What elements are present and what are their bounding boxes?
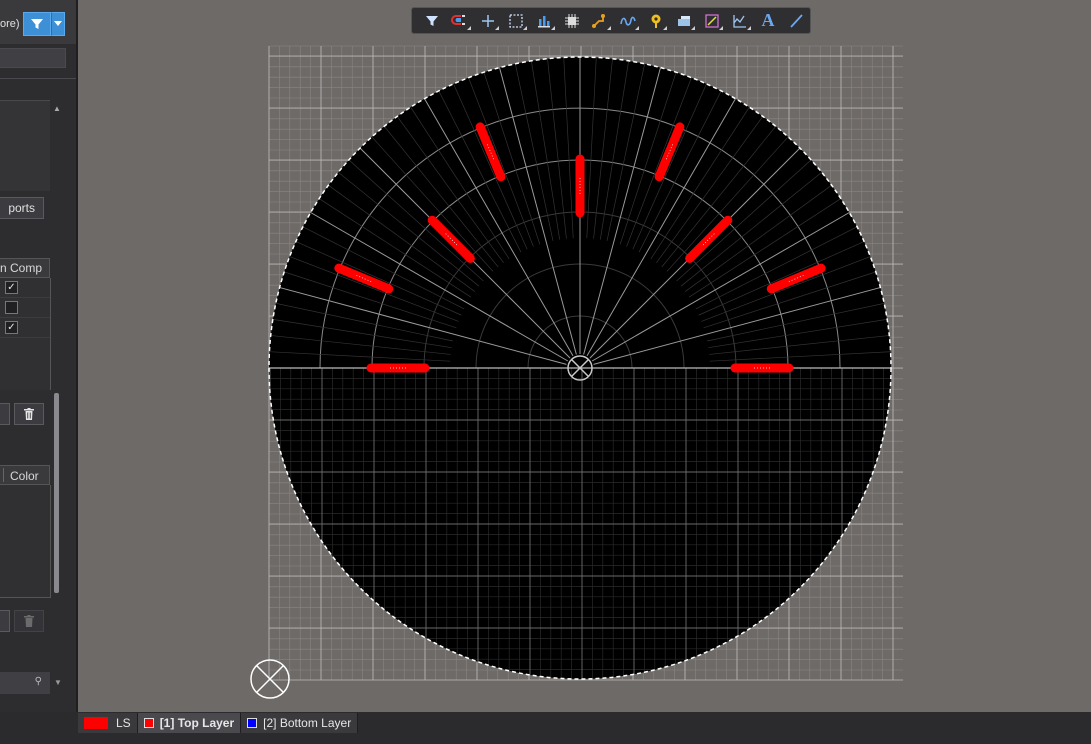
top-layer-swatch (143, 718, 154, 728)
dimension-icon (733, 14, 746, 28)
color-header-label: Color (10, 469, 39, 483)
row-divider (0, 337, 50, 338)
component-checkbox-1[interactable]: ✓ (5, 281, 18, 294)
delete-button[interactable] (14, 403, 44, 425)
polygon-pour-icon (678, 15, 690, 26)
trash-icon (24, 408, 34, 420)
scroll-up-icon[interactable]: ▲ (53, 104, 61, 113)
search-icon: ⚲ (34, 676, 42, 687)
text-tool-button[interactable]: A (754, 9, 782, 33)
pcb-canvas[interactable] (240, 40, 920, 710)
shape-tool-button[interactable] (698, 9, 726, 33)
color-table (0, 485, 51, 598)
add-color-button[interactable] (0, 610, 10, 632)
component-tool-button[interactable] (558, 9, 586, 33)
bottom-layer-swatch (247, 718, 258, 728)
filter-dropdown-button[interactable] (51, 12, 65, 36)
route-tool-button[interactable] (446, 9, 474, 33)
dimension-tool-button[interactable] (726, 9, 754, 33)
panel-splitter[interactable] (76, 0, 78, 712)
row-divider (0, 317, 50, 318)
scrollbar[interactable] (54, 393, 59, 593)
crosshair-place-icon (482, 14, 494, 27)
line-tool-button[interactable] (782, 9, 810, 33)
reports-button[interactable]: ports (0, 197, 44, 219)
via-tool-button[interactable] (642, 9, 670, 33)
polygon-tool-button[interactable] (670, 9, 698, 33)
row-divider (0, 297, 50, 298)
diff-pair-tool-button[interactable] (614, 9, 642, 33)
bottom-search-input[interactable]: ⚲ (0, 672, 50, 694)
filter-tool-button[interactable] (418, 9, 446, 33)
rectangle-select-icon (509, 13, 523, 28)
filter-button[interactable] (23, 12, 51, 36)
shape-icon (705, 13, 719, 28)
text-icon: A (761, 10, 775, 30)
layer-set-tab[interactable]: LS (78, 713, 138, 733)
component-checkbox-3[interactable]: ✓ (5, 321, 18, 334)
absolute-origin-icon (250, 659, 290, 699)
tab-top-layer[interactable]: [1] Top Layer (137, 713, 242, 733)
via-place-icon (651, 14, 661, 28)
align-tool-button[interactable] (530, 9, 558, 33)
scroll-down-icon[interactable]: ▼ (54, 678, 62, 687)
bottom-layer-label: [2] Bottom Layer (263, 716, 352, 730)
active-bar-toolbar: A (411, 7, 811, 34)
properties-panel: ore) ▲ ports n Comp ✓ ✓ Color ⚲ ▼ (0, 0, 76, 712)
layer-set-swatch (84, 717, 108, 729)
component-checkbox-2[interactable] (5, 301, 18, 314)
place-tool-button[interactable] (474, 9, 502, 33)
object-list[interactable] (0, 100, 50, 191)
panel-filter-label: ore) (0, 18, 20, 30)
top-layer-label: [1] Top Layer (159, 716, 235, 730)
component-column-header[interactable]: n Comp (0, 258, 50, 278)
trash-icon (24, 615, 34, 627)
component-place-icon (565, 13, 579, 28)
delete-color-button[interactable] (14, 610, 44, 632)
align-icon (538, 15, 550, 27)
filter-icon (426, 15, 438, 26)
chevron-down-icon (54, 21, 62, 26)
panel-search-input[interactable] (0, 48, 66, 68)
route-multiple-tool-button[interactable] (586, 9, 614, 33)
add-button[interactable] (0, 403, 10, 425)
component-table: ✓ ✓ (0, 278, 51, 390)
tab-bottom-layer[interactable]: [2] Bottom Layer (241, 713, 359, 733)
line-icon (790, 13, 803, 28)
color-column-header[interactable]: Color (0, 465, 50, 485)
divider (0, 78, 76, 79)
layer-tab-bar: LS [1] Top Layer [2] Bottom Layer (0, 712, 1091, 744)
select-tool-button[interactable] (502, 9, 530, 33)
layer-set-label: LS (116, 716, 131, 730)
filter-icon (31, 19, 43, 29)
